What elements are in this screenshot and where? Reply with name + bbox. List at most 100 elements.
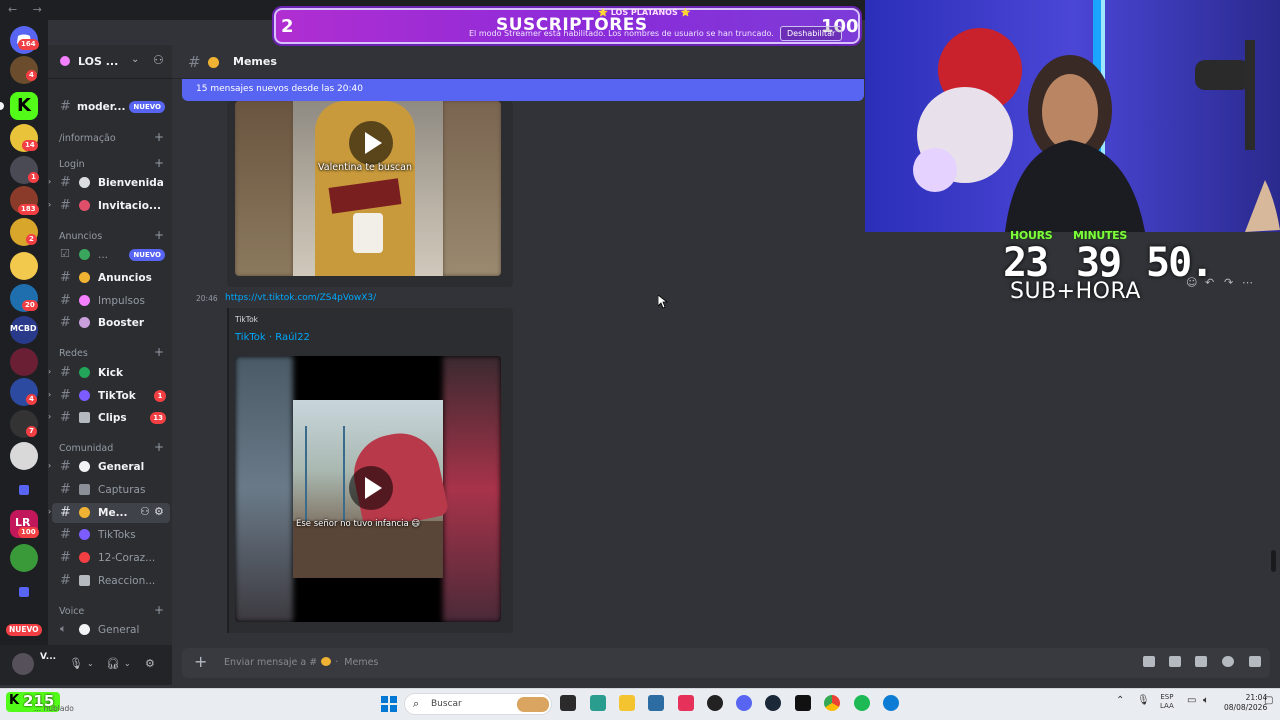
gear-icon[interactable]: ⚙: [145, 657, 155, 670]
server-icon[interactable]: [10, 544, 38, 572]
app-icon[interactable]: [678, 695, 694, 711]
taskbar-search[interactable]: ⌕ Buscar: [404, 693, 552, 715]
category-login[interactable]: Login: [59, 159, 85, 170]
more-icon[interactable]: ⋯: [1242, 276, 1253, 289]
avatar[interactable]: [12, 653, 34, 675]
apps-icon[interactable]: [1249, 656, 1261, 667]
channel-label: Invitacio...: [98, 200, 161, 212]
embed-title[interactable]: TikTok · Raúl22: [235, 332, 310, 343]
server-icon[interactable]: [10, 252, 38, 280]
username[interactable]: V...: [40, 652, 56, 662]
play-icon[interactable]: [349, 466, 393, 510]
channel-tiktok[interactable]: › # TikTok 1: [48, 386, 170, 406]
invite-people-icon[interactable]: ⚇: [153, 53, 164, 67]
teams-icon[interactable]: [590, 695, 606, 711]
channel-unnamed[interactable]: ☑ ... NUEVO: [52, 245, 170, 265]
steam-icon[interactable]: [765, 695, 781, 711]
windows-start-icon[interactable]: [381, 696, 397, 712]
folder-icon[interactable]: [10, 580, 38, 608]
channel-label: TikTok: [98, 390, 136, 402]
add-channel-icon[interactable]: +: [154, 156, 164, 170]
tray-chevron-icon[interactable]: ⌃: [1116, 695, 1124, 706]
sticker-icon[interactable]: [1195, 656, 1207, 667]
category-comunidad[interactable]: Comunidad: [59, 443, 113, 454]
play-icon[interactable]: [349, 121, 393, 165]
new-messages-banner[interactable]: 15 mensajes nuevos desde las 20:40: [182, 79, 864, 101]
channel-12-corazones[interactable]: # 12-Coraz...: [52, 548, 170, 568]
channel-label: Kick: [98, 367, 123, 379]
discord-taskbar-icon[interactable]: [736, 695, 752, 711]
kick-server-icon[interactable]: K: [10, 92, 38, 120]
category-anuncios[interactable]: Anuncios: [59, 231, 102, 242]
nav-arrows-icon[interactable]: ← →: [8, 3, 48, 16]
channel-clips[interactable]: › # Clips 13: [48, 408, 170, 428]
add-channel-icon[interactable]: +: [154, 345, 164, 359]
volume-icon[interactable]: 🔈︎: [1203, 695, 1209, 706]
terminal-icon[interactable]: [795, 695, 811, 711]
channel-reacciones[interactable]: # Reaccion...: [52, 571, 170, 591]
add-channel-icon[interactable]: +: [154, 603, 164, 617]
server-icon[interactable]: [10, 442, 38, 470]
gear-icon[interactable]: ⚙: [154, 505, 164, 518]
server-icon[interactable]: [10, 348, 38, 376]
server-badge: 20: [22, 300, 38, 311]
chevron-down-icon[interactable]: ⌄: [124, 659, 131, 668]
attach-plus-icon[interactable]: +: [194, 652, 207, 671]
guild-name: LOS ...: [78, 55, 119, 68]
file-explorer-icon[interactable]: [619, 695, 635, 711]
task-view-icon[interactable]: [560, 695, 576, 711]
channel-bienvenida[interactable]: › # Bienvenida: [48, 173, 170, 193]
guild-header[interactable]: LOS ... ⌄ ⚇: [48, 45, 172, 79]
channel-memes[interactable]: › # Me... ⚇ ⚙: [48, 503, 170, 523]
server-badge: 4: [26, 394, 37, 405]
new-messages-text: 15 mensajes nuevos desde las 20:40: [196, 84, 363, 94]
folder-icon[interactable]: [10, 478, 38, 506]
channel-label: General: [98, 461, 145, 473]
headset-icon[interactable]: 🎧︎: [106, 657, 120, 670]
spotify-icon[interactable]: [854, 695, 870, 711]
category-voice[interactable]: Voice: [59, 606, 84, 617]
language-indicator[interactable]: ESP LAA: [1160, 693, 1174, 711]
chrome-icon[interactable]: [824, 695, 840, 711]
server-badge: 100: [18, 527, 39, 538]
home-badge: 164: [18, 39, 39, 50]
gift-icon[interactable]: [1143, 656, 1155, 667]
system-clock[interactable]: 21:04 08/08/2026: [1224, 693, 1267, 713]
chevron-down-icon[interactable]: ⌄: [131, 54, 139, 65]
category-informacao[interactable]: /informação: [59, 133, 116, 144]
add-channel-icon[interactable]: +: [154, 130, 164, 144]
obs-icon[interactable]: [707, 695, 723, 711]
mouse-cursor-icon: [658, 295, 668, 309]
add-channel-icon[interactable]: +: [154, 228, 164, 242]
chevron-down-icon[interactable]: ⌄: [87, 659, 94, 668]
collapse-arrow-icon: ›: [48, 177, 52, 186]
server-icon[interactable]: MCBD: [10, 316, 38, 344]
weather-text: ... nublado: [34, 704, 74, 713]
invite-icon[interactable]: ⚇: [140, 505, 150, 518]
message-link[interactable]: https://vt.tiktok.com/ZS4pVowX3/: [225, 293, 376, 303]
channel-impulsos[interactable]: # Impulsos: [52, 291, 170, 311]
microphone-icon[interactable]: 🎙︎: [69, 657, 83, 670]
notifications-icon[interactable]: ▢: [1264, 695, 1273, 706]
add-channel-icon[interactable]: +: [154, 440, 164, 454]
channel-general[interactable]: › # General: [48, 457, 170, 477]
channel-moder[interactable]: # moder... NUEVO: [52, 97, 170, 117]
microphone-icon[interactable]: 🎙︎: [1137, 695, 1150, 706]
emoji-icon[interactable]: [1222, 656, 1234, 667]
message-composer[interactable]: + Enviar mensaje a # · Memes: [182, 648, 1270, 678]
store-icon[interactable]: [648, 695, 664, 711]
channel-capturas[interactable]: # Capturas: [52, 480, 170, 500]
category-redes[interactable]: Redes: [59, 348, 88, 359]
voice-channel-general[interactable]: 🔈︎ General: [52, 620, 170, 640]
network-icon[interactable]: ▭: [1187, 695, 1196, 706]
forward-icon[interactable]: ↷: [1224, 276, 1233, 289]
channel-invitaciones[interactable]: › # Invitacio...: [48, 196, 170, 216]
channel-anuncios[interactable]: # Anuncios: [52, 268, 170, 288]
edge-icon[interactable]: [883, 695, 899, 711]
channel-tiktoks[interactable]: # TikToks: [52, 525, 170, 545]
scrollbar[interactable]: [1271, 550, 1276, 572]
channel-booster[interactable]: # Booster: [52, 313, 170, 333]
gif-icon[interactable]: [1169, 656, 1181, 667]
disable-streamer-button[interactable]: Deshabilitar: [780, 26, 843, 41]
channel-kick[interactable]: › # Kick: [48, 363, 170, 383]
